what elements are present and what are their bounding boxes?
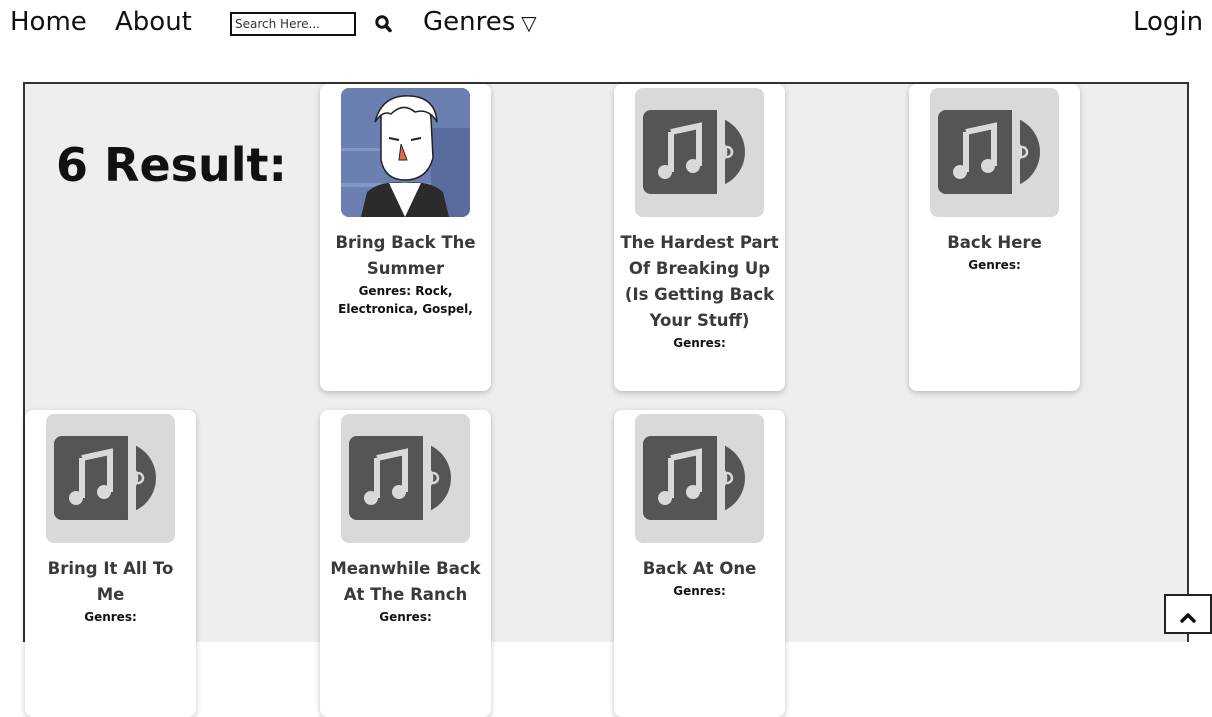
- song-title-block: Back Here Genres:: [915, 230, 1074, 274]
- song-genres: Genres:: [673, 584, 726, 598]
- song-genres: Genres:: [673, 336, 726, 350]
- song-thumbnail: [341, 88, 470, 217]
- music-disc-icon: [54, 436, 156, 520]
- song-genres: Genres:: [379, 610, 432, 624]
- song-title-block: Meanwhile Back At The Ranch Genres:: [326, 556, 485, 626]
- song-card[interactable]: Bring Back The Summer Genres: Rock, Elec…: [320, 84, 491, 391]
- search-icon: [375, 15, 392, 33]
- music-disc-icon: [643, 110, 745, 194]
- song-thumbnail: [341, 414, 470, 543]
- song-genres: Genres: Rock, Electronica, Gospel,: [338, 284, 473, 316]
- search-button[interactable]: [374, 13, 394, 35]
- song-card[interactable]: Meanwhile Back At The Ranch Genres:: [320, 410, 491, 717]
- song-title-block: Bring Back The Summer Genres: Rock, Elec…: [326, 230, 485, 318]
- nav-login-link[interactable]: Login: [1133, 6, 1203, 38]
- search-input[interactable]: [230, 12, 356, 36]
- song-title: Back Here: [947, 233, 1042, 252]
- music-disc-icon: [643, 436, 745, 520]
- song-genres: Genres:: [968, 258, 1021, 272]
- song-title: Meanwhile Back At The Ranch: [330, 559, 481, 604]
- song-thumbnail: [930, 88, 1059, 217]
- nav-home-link[interactable]: Home: [10, 6, 87, 38]
- song-card[interactable]: The Hardest Part Of Breaking Up (Is Gett…: [614, 84, 785, 391]
- top-navigation: Home About Genres▽ Login: [0, 0, 1212, 48]
- song-title: Back At One: [642, 559, 757, 578]
- song-title-block: Bring It All To Me Genres:: [31, 556, 190, 626]
- song-title-block: The Hardest Part Of Breaking Up (Is Gett…: [620, 230, 779, 352]
- scroll-to-top-button[interactable]: [1164, 594, 1212, 634]
- nav-about-link[interactable]: About: [115, 6, 192, 38]
- song-card[interactable]: Back Here Genres:: [909, 84, 1080, 391]
- song-title: The Hardest Part Of Breaking Up (Is Gett…: [620, 233, 779, 330]
- cartoon-portrait-image: [341, 88, 470, 217]
- song-thumbnail: [635, 88, 764, 217]
- music-disc-icon: [938, 110, 1040, 194]
- song-title: Bring Back The Summer: [335, 233, 476, 278]
- genres-label: Genres: [423, 7, 516, 37]
- song-card[interactable]: Bring It All To Me Genres:: [25, 410, 196, 717]
- music-disc-icon: [349, 436, 451, 520]
- nav-genres-dropdown[interactable]: Genres ▽: [423, 6, 537, 39]
- result-count-heading: 6 Result:: [56, 138, 287, 192]
- song-card[interactable]: Back At One Genres:: [614, 410, 785, 717]
- chevron-up-icon: [1180, 613, 1196, 623]
- song-thumbnail: [46, 414, 175, 543]
- chevron-down-icon: ▽: [521, 11, 537, 35]
- song-title: Bring It All To Me: [47, 559, 174, 604]
- song-thumbnail: [635, 414, 764, 543]
- song-genres: Genres:: [84, 610, 137, 624]
- song-title-block: Back At One Genres:: [620, 556, 779, 600]
